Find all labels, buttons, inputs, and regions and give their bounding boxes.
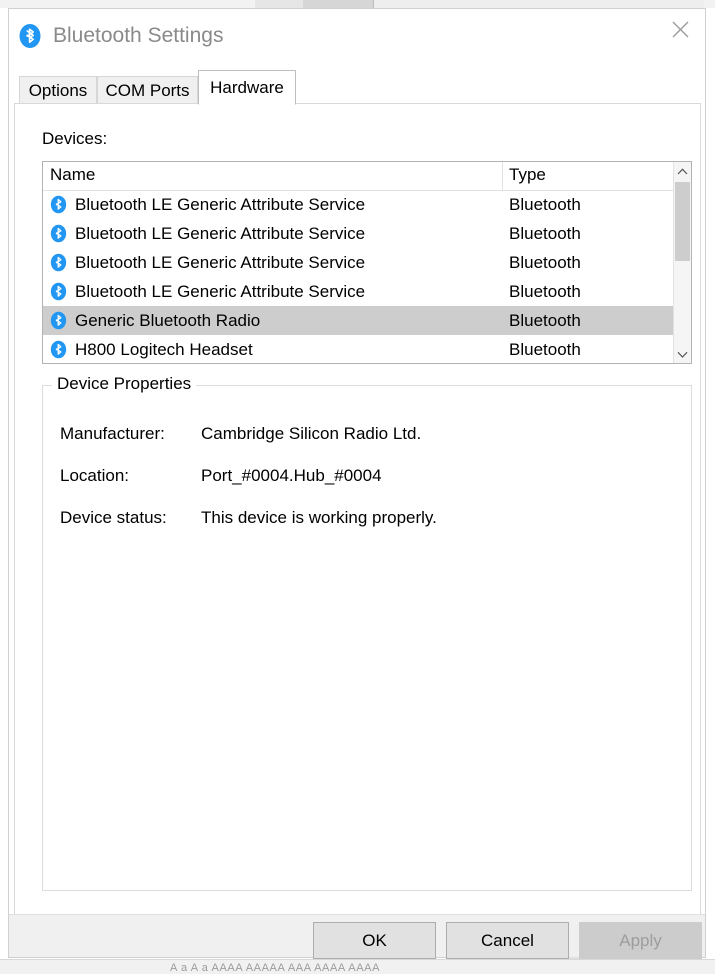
window-title: Bluetooth Settings [53, 23, 223, 49]
bluetooth-icon [49, 253, 68, 272]
device-type: Bluetooth [509, 195, 581, 215]
scrollbar-thumb[interactable] [675, 182, 690, 261]
location-value: Port_#0004.Hub_#0004 [201, 466, 382, 486]
scroll-up-button[interactable] [674, 162, 691, 180]
location-label: Location: [60, 466, 129, 486]
bluetooth-settings-dialog: Bluetooth Settings Options COM Ports Har… [8, 8, 706, 958]
tab-hardware[interactable]: Hardware [198, 70, 296, 105]
tab-strip: Options COM Ports Hardware [14, 70, 701, 104]
background-ghost-text: A a A a AAAA AAAAA AAA AAAA AAAA [170, 962, 380, 974]
device-status-value: This device is working properly. [201, 508, 437, 528]
column-header-type[interactable]: Type [509, 165, 546, 185]
device-name: Bluetooth LE Generic Attribute Service [75, 195, 365, 215]
manufacturer-label: Manufacturer: [60, 424, 165, 444]
device-list-header: Name Type [43, 162, 691, 191]
table-row[interactable]: Bluetooth LE Generic Attribute Service B… [43, 219, 673, 248]
table-row[interactable]: Bluetooth LE Generic Attribute Service B… [43, 248, 673, 277]
device-name: Bluetooth LE Generic Attribute Service [75, 224, 365, 244]
scroll-down-button[interactable] [674, 345, 691, 363]
device-type: Bluetooth [509, 282, 581, 302]
tab-options[interactable]: Options [19, 76, 97, 104]
device-type: Bluetooth [509, 253, 581, 273]
table-row[interactable]: Bluetooth LE Generic Attribute Service B… [43, 277, 673, 306]
dialog-footer: OK Cancel Apply [9, 914, 705, 957]
device-properties-group: Device Properties Manufacturer: Cambridg… [42, 385, 692, 891]
column-header-name[interactable]: Name [50, 165, 95, 185]
device-name: Generic Bluetooth Radio [75, 311, 260, 331]
device-status-label: Device status: [60, 508, 167, 528]
tab-com-ports-label: COM Ports [105, 81, 189, 101]
bluetooth-icon [49, 311, 68, 330]
property-row-location: Location: Port_#0004.Hub_#0004 [44, 466, 684, 488]
close-icon [671, 20, 690, 39]
device-name: H800 Logitech Headset [75, 340, 253, 360]
bluetooth-icon [49, 195, 68, 214]
table-row[interactable]: H800 Logitech Headset Bluetooth [43, 335, 673, 364]
tab-com-ports[interactable]: COM Ports [97, 76, 198, 104]
device-type: Bluetooth [509, 311, 581, 331]
table-row-selected[interactable]: Generic Bluetooth Radio Bluetooth [43, 306, 673, 335]
title-bar: Bluetooth Settings [9, 9, 705, 64]
bluetooth-icon [49, 282, 68, 301]
device-name: Bluetooth LE Generic Attribute Service [75, 253, 365, 273]
device-name: Bluetooth LE Generic Attribute Service [75, 282, 365, 302]
devices-label: Devices: [42, 129, 107, 149]
background-strip-segment [303, 0, 373, 8]
bluetooth-icon [49, 224, 68, 243]
hardware-tab-panel: Devices: Name Type Bluetooth LE Generic … [14, 103, 701, 915]
background-window-bottom-strip: A a A a AAAA AAAAA AAA AAAA AAAA [0, 959, 715, 974]
tab-hardware-label: Hardware [210, 78, 284, 98]
apply-button: Apply [579, 922, 702, 959]
close-button[interactable] [657, 11, 703, 47]
background-window-top-strip [0, 0, 715, 8]
device-type: Bluetooth [509, 340, 581, 360]
cancel-button[interactable]: Cancel [446, 922, 569, 959]
tab-options-label: Options [29, 81, 88, 101]
device-list-rows: Bluetooth LE Generic Attribute Service B… [43, 190, 673, 364]
device-list-scrollbar[interactable] [673, 162, 691, 363]
chevron-down-icon [677, 351, 688, 358]
property-row-device-status: Device status: This device is working pr… [44, 508, 684, 530]
background-strip-segment [255, 0, 303, 8]
ok-button[interactable]: OK [313, 922, 436, 959]
manufacturer-value: Cambridge Silicon Radio Ltd. [201, 424, 421, 444]
bluetooth-icon [49, 340, 68, 359]
device-properties-legend: Device Properties [52, 374, 196, 394]
device-list[interactable]: Name Type Bluetooth LE Generic Attribute… [42, 161, 692, 364]
device-type: Bluetooth [509, 224, 581, 244]
background-strip-segment [374, 0, 704, 8]
property-row-manufacturer: Manufacturer: Cambridge Silicon Radio Lt… [44, 424, 684, 446]
bluetooth-icon [17, 23, 43, 49]
table-row[interactable]: Bluetooth LE Generic Attribute Service B… [43, 190, 673, 219]
column-divider[interactable] [502, 162, 503, 190]
chevron-up-icon [677, 168, 688, 175]
